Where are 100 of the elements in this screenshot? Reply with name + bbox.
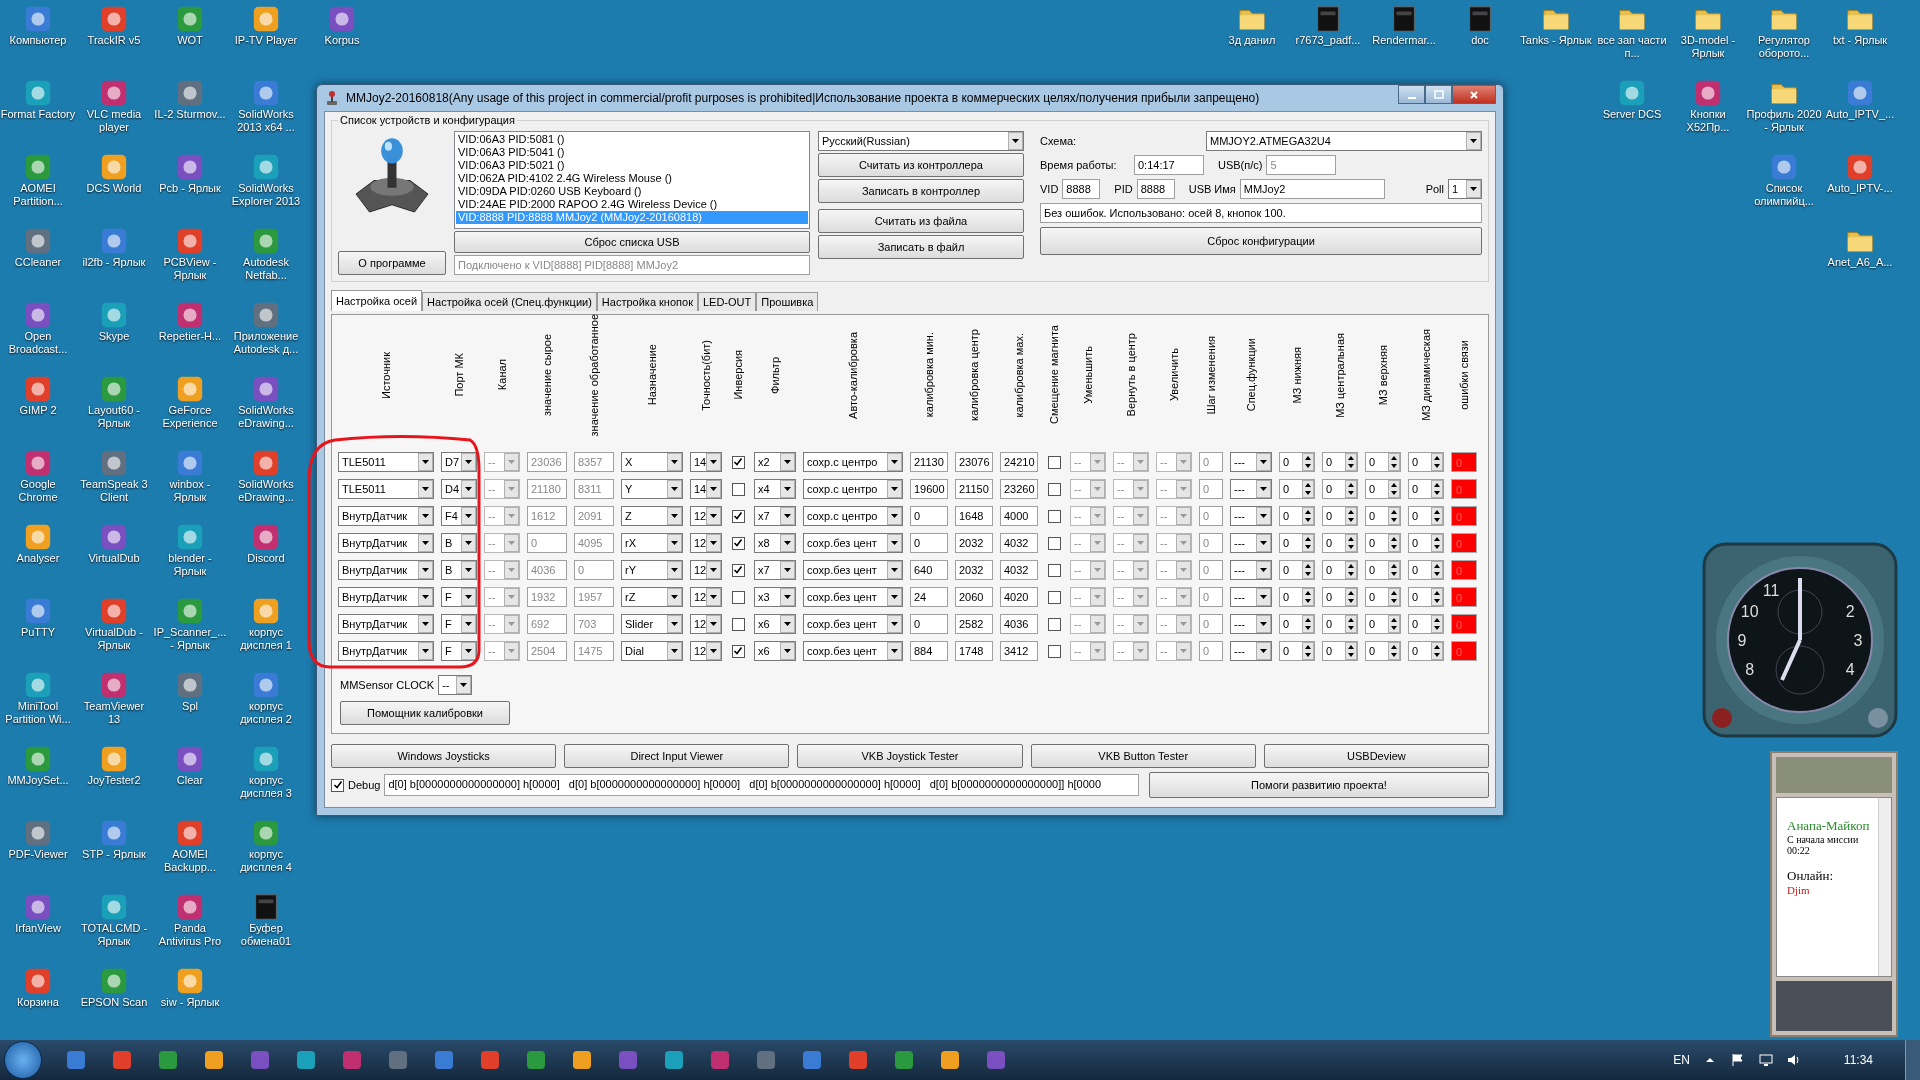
special-function-dropdown[interactable]: --- [1230, 479, 1272, 499]
icon-label[interactable]: JoyTester2 [87, 774, 141, 787]
taskbar-app-icon[interactable] [662, 1048, 686, 1072]
channel-dropdown[interactable]: -- [484, 506, 520, 526]
increase-dropdown[interactable]: -- [1156, 560, 1192, 580]
maximize-button[interactable] [1425, 85, 1452, 104]
icon-label[interactable]: blender - Ярлык [152, 552, 228, 578]
return-center-dropdown[interactable]: -- [1113, 641, 1149, 661]
step-field[interactable]: 0 [1199, 452, 1223, 472]
app-icon[interactable] [23, 522, 53, 552]
app-icon[interactable] [99, 966, 129, 996]
app-icon[interactable] [99, 4, 129, 34]
icon-label[interactable]: TeamSpeak 3 Client [76, 478, 152, 504]
inversion-checkbox[interactable] [731, 590, 745, 604]
device-list-item[interactable]: VID:06A3 PID:5021 () [456, 159, 808, 172]
icon-label[interactable]: Panda Antivirus Pro [152, 922, 228, 948]
close-button[interactable] [1452, 85, 1496, 104]
dead-zone-center-spinner[interactable]: 0 [1322, 614, 1358, 634]
clock-time[interactable]: 11:34 [1843, 1053, 1873, 1067]
app-icon[interactable] [23, 596, 53, 626]
app-icon[interactable] [23, 152, 53, 182]
icon-label[interactable]: IP-TV Player [234, 34, 298, 47]
icon-label[interactable]: IrfanView [15, 922, 61, 935]
icon-label[interactable]: SolidWorks eDrawing... [228, 478, 304, 504]
magnet-offset-checkbox[interactable] [1047, 563, 1061, 577]
tool-button[interactable]: VKB Joystick Tester [797, 744, 1023, 768]
dead-zone-center-spinner[interactable]: 0 [1322, 641, 1358, 661]
channel-dropdown[interactable]: -- [484, 452, 520, 472]
icon-label[interactable]: Pcb - Ярлык [159, 182, 221, 195]
auto-calibration-dropdown[interactable]: сохр.с центро [803, 479, 903, 499]
icon-label[interactable]: Layout60 - Ярлык [76, 404, 152, 430]
precision-dropdown[interactable]: 14 [690, 452, 722, 472]
icon-label[interactable]: корпус дисплея 2 [228, 700, 304, 726]
calibration-max-field[interactable]: 3412 [1000, 641, 1038, 661]
icon-label[interactable]: txt - Ярлык [1832, 34, 1888, 47]
decrease-dropdown[interactable]: -- [1070, 533, 1106, 553]
assignment-dropdown[interactable]: rZ [621, 587, 683, 607]
icon-label[interactable]: Приложение Autodesk д... [228, 330, 304, 356]
icon-label[interactable]: PuTTY [20, 626, 56, 639]
icon-label[interactable]: Профиль 2020 - Ярлык [1746, 108, 1822, 134]
taskbar-app-icon[interactable] [754, 1048, 778, 1072]
app-icon[interactable] [175, 596, 205, 626]
step-field[interactable]: 0 [1199, 587, 1223, 607]
calibration-center-field[interactable]: 23076 [955, 452, 993, 472]
raw-value-field[interactable]: 692 [527, 614, 567, 634]
app-icon[interactable] [1693, 78, 1723, 108]
app-icon[interactable] [1845, 152, 1875, 182]
increase-dropdown[interactable]: -- [1156, 641, 1192, 661]
icon-label[interactable]: AOMEI Backupp... [152, 848, 228, 874]
start-button[interactable] [4, 1041, 42, 1079]
app-icon[interactable] [251, 226, 281, 256]
decrease-dropdown[interactable]: -- [1070, 479, 1106, 499]
app-icon[interactable] [1617, 78, 1647, 108]
dead-zone-high-spinner[interactable]: 0 [1365, 479, 1401, 499]
port-dropdown[interactable]: F [441, 641, 477, 661]
increase-dropdown[interactable]: -- [1156, 479, 1192, 499]
app-icon[interactable] [251, 522, 281, 552]
assignment-dropdown[interactable]: X [621, 452, 683, 472]
calibration-center-field[interactable]: 2060 [955, 587, 993, 607]
icon-label[interactable]: Spl [182, 700, 198, 713]
source-dropdown[interactable]: TLE5011 [338, 479, 434, 499]
app-icon[interactable] [99, 522, 129, 552]
assignment-dropdown[interactable]: Dial [621, 641, 683, 661]
app-icon[interactable] [99, 448, 129, 478]
icon-label[interactable]: siw - Ярлык [160, 996, 220, 1009]
speaker-icon[interactable] [1785, 1052, 1802, 1068]
filter-dropdown[interactable]: x8 [754, 533, 796, 553]
dead-zone-dynamic-spinner[interactable]: 0 [1408, 641, 1444, 661]
calibration-max-field[interactable]: 4020 [1000, 587, 1038, 607]
dead-zone-dynamic-spinner[interactable]: 0 [1408, 452, 1444, 472]
step-field[interactable]: 0 [1199, 641, 1223, 661]
return-center-dropdown[interactable]: -- [1113, 560, 1149, 580]
dead-zone-dynamic-spinner[interactable]: 0 [1408, 506, 1444, 526]
calibration-max-field[interactable]: 4032 [1000, 560, 1038, 580]
app-icon[interactable] [23, 448, 53, 478]
special-function-dropdown[interactable]: --- [1230, 506, 1272, 526]
calibration-assistant-button[interactable]: Помощник калибровки [340, 701, 510, 725]
increase-dropdown[interactable]: -- [1156, 587, 1192, 607]
debug-checkbox[interactable] [331, 778, 344, 792]
app-icon[interactable] [251, 4, 281, 34]
magnet-offset-checkbox[interactable] [1047, 536, 1061, 550]
taskbar-app-icon[interactable] [202, 1048, 226, 1072]
auto-calibration-dropdown[interactable]: сохр.без цент [803, 641, 903, 661]
uptime-field[interactable]: 0:14:17 [1134, 155, 1204, 175]
app-icon[interactable] [251, 670, 281, 700]
processed-value-field[interactable]: 1957 [574, 587, 614, 607]
app-icon[interactable] [23, 892, 53, 922]
decrease-dropdown[interactable]: -- [1070, 506, 1106, 526]
taskbar-app-icon[interactable] [478, 1048, 502, 1072]
processed-value-field[interactable]: 703 [574, 614, 614, 634]
icon-label[interactable]: Корзина [17, 996, 59, 1009]
special-function-dropdown[interactable]: --- [1230, 452, 1272, 472]
icon-label[interactable]: TOTALCMD - Ярлык [76, 922, 152, 948]
icon-label[interactable]: корпус дисплея 1 [228, 626, 304, 652]
channel-dropdown[interactable]: -- [484, 641, 520, 661]
language-dropdown[interactable]: Русский(Russian) [818, 131, 1024, 151]
auto-calibration-dropdown[interactable]: сохр.без цент [803, 560, 903, 580]
taskbar-app-icon[interactable] [64, 1048, 88, 1072]
increase-dropdown[interactable]: -- [1156, 506, 1192, 526]
controller-button[interactable]: Считать из контроллера [818, 153, 1024, 177]
